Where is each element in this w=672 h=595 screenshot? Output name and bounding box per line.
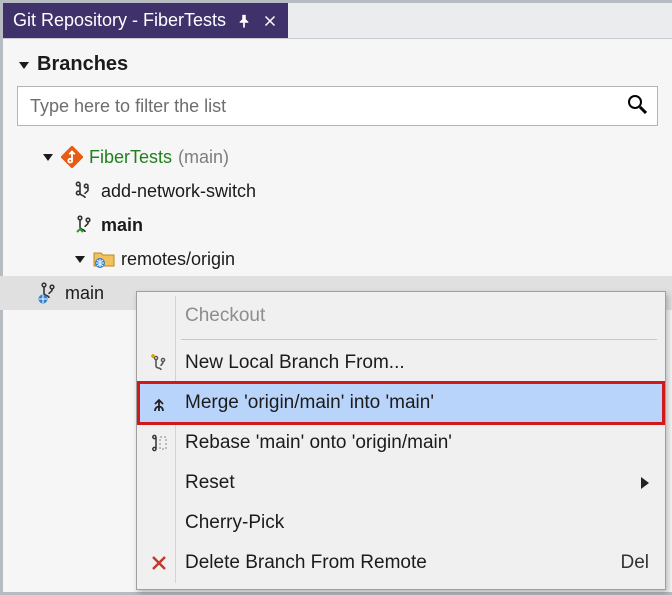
repo-name: FiberTests bbox=[89, 147, 172, 168]
branch-label: add-network-switch bbox=[101, 181, 256, 202]
remote-branch-label: main bbox=[65, 283, 104, 304]
repo-current-branch: (main) bbox=[178, 147, 229, 168]
blank-icon bbox=[145, 304, 173, 328]
menu-item-checkout: Checkout bbox=[139, 296, 663, 336]
filter-input[interactable] bbox=[28, 95, 627, 118]
menu-item-rebase[interactable]: Rebase 'main' onto 'origin/main' bbox=[139, 423, 663, 463]
collapse-icon[interactable] bbox=[73, 252, 87, 266]
tree-branch-item-current[interactable]: main bbox=[69, 208, 658, 242]
pin-icon[interactable] bbox=[236, 13, 252, 29]
search-icon[interactable] bbox=[627, 94, 647, 119]
tree-branch-item[interactable]: add-network-switch bbox=[69, 174, 658, 208]
menu-item-reset[interactable]: Reset bbox=[139, 463, 663, 503]
panel-content: Branches FiberTests (main) bbox=[3, 39, 672, 324]
git-repo-icon bbox=[61, 146, 83, 168]
section-header-branches[interactable]: Branches bbox=[17, 53, 658, 76]
tab-strip: Git Repository - FiberTests bbox=[3, 3, 672, 39]
filter-box[interactable] bbox=[17, 86, 658, 126]
merge-icon bbox=[145, 391, 173, 415]
remote-group-label: remotes/origin bbox=[121, 249, 235, 270]
collapse-icon[interactable] bbox=[41, 150, 55, 164]
branch-label: main bbox=[101, 215, 143, 236]
delete-icon bbox=[145, 551, 173, 575]
menu-item-delete-remote[interactable]: Delete Branch From Remote Del bbox=[139, 543, 663, 583]
tree-repo-node[interactable]: FiberTests (main) bbox=[37, 140, 658, 174]
tree-remotes-group[interactable]: remotes/origin bbox=[69, 242, 658, 276]
menu-item-new-branch[interactable]: New Local Branch From... bbox=[139, 343, 663, 383]
tab-title: Git Repository - FiberTests bbox=[13, 10, 226, 31]
new-branch-icon bbox=[145, 351, 173, 375]
shortcut-label: Del bbox=[620, 552, 649, 574]
section-title: Branches bbox=[37, 53, 128, 76]
close-icon[interactable] bbox=[262, 13, 278, 29]
menu-item-merge[interactable]: Merge 'origin/main' into 'main' bbox=[139, 383, 663, 423]
rebase-icon bbox=[145, 431, 173, 455]
context-menu: Checkout New Local Branch From... Merge … bbox=[136, 291, 666, 590]
tab-git-repository[interactable]: Git Repository - FiberTests bbox=[3, 3, 288, 38]
submenu-arrow-icon bbox=[641, 477, 649, 489]
branch-icon bbox=[73, 180, 95, 202]
branches-tree: FiberTests (main) add-network-switch mai… bbox=[37, 140, 658, 310]
git-repository-panel: Git Repository - FiberTests Branches bbox=[0, 0, 672, 595]
remote-folder-icon bbox=[93, 248, 115, 270]
menu-separator bbox=[181, 339, 657, 340]
menu-item-cherry-pick[interactable]: Cherry-Pick bbox=[139, 503, 663, 543]
branch-current-icon bbox=[73, 214, 95, 236]
remote-branch-icon bbox=[37, 282, 59, 304]
collapse-icon[interactable] bbox=[17, 58, 31, 72]
blank-icon bbox=[145, 471, 173, 495]
blank-icon bbox=[145, 511, 173, 535]
